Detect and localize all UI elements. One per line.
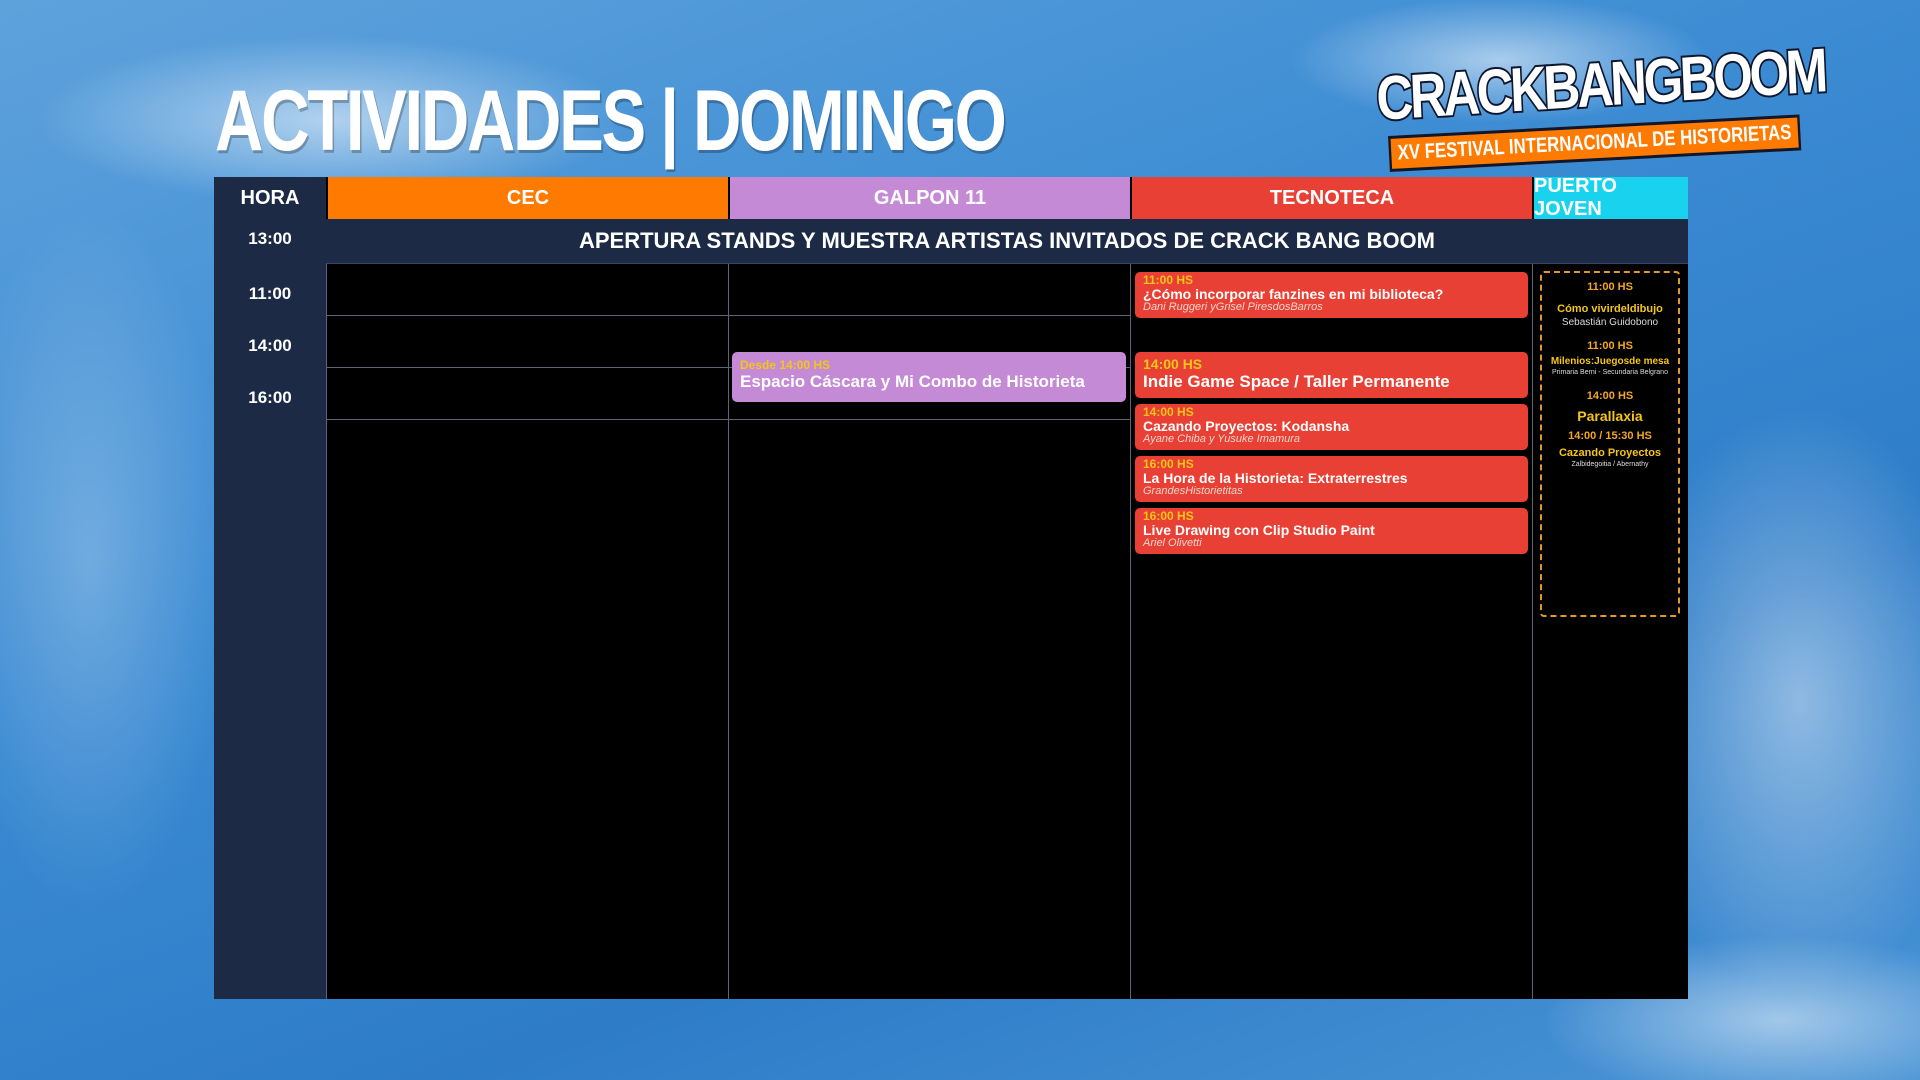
event-title: Live Drawing con Clip Studio Paint bbox=[1143, 522, 1375, 538]
event-title: ¿Cómo incorporar fanzines en mi bibliote… bbox=[1143, 286, 1444, 302]
event-time: 14:00 / 15:30 HS bbox=[1568, 430, 1652, 442]
page-title: ACTIVIDADES | DOMINGO bbox=[215, 73, 1007, 169]
row-divider bbox=[326, 419, 1130, 420]
header-hora: HORA bbox=[214, 177, 326, 219]
row-divider bbox=[326, 315, 1130, 316]
header-galpon-11: GALPON 11 bbox=[730, 177, 1130, 219]
event-speakers: Ayane Chiba y Yusuke Imamura bbox=[1143, 433, 1301, 445]
event-title: Espacio Cáscara y Mi Combo de Historieta bbox=[740, 372, 1085, 391]
event-title[interactable]: Cómo vivirdeldibujo bbox=[1542, 303, 1678, 315]
event-speakers: Dani Ruggeri yGrisel PiresdosBarros bbox=[1143, 301, 1323, 313]
event-time: 11:00 HS bbox=[1587, 340, 1633, 352]
time-label-1400: 14:00 bbox=[248, 336, 292, 355]
event-card[interactable]: Desde 14:00 HS Espacio Cáscara y Mi Comb… bbox=[732, 352, 1126, 402]
event-title[interactable]: Milenios:Juegosde mesa bbox=[1542, 356, 1678, 367]
event-card[interactable]: 16:00 HS Live Drawing con Clip Studio Pa… bbox=[1135, 508, 1528, 554]
row-divider bbox=[326, 263, 1688, 264]
column-divider bbox=[326, 263, 327, 999]
event-title[interactable]: Cazando Proyectos bbox=[1542, 447, 1678, 459]
event-title: Cazando Proyectos: Kodansha bbox=[1143, 418, 1350, 434]
event-speakers: Zalbidegoitia / Abernathy bbox=[1571, 461, 1649, 468]
event-card[interactable]: 16:00 HS La Hora de la Historieta: Extra… bbox=[1135, 456, 1528, 502]
event-speakers: Sebastián Guidobono bbox=[1561, 317, 1659, 328]
festival-logo: CRACKBANGBOOM XV FESTIVAL INTERNACIONAL … bbox=[1370, 35, 1828, 179]
event-time: 14:00 HS bbox=[1586, 390, 1634, 402]
puerto-joven-events: 11:00 HS Cómo vivirdeldibujo Sebastián G… bbox=[1540, 271, 1680, 617]
event-speakers: GrandesHistorietitas bbox=[1143, 485, 1243, 497]
column-divider bbox=[1130, 263, 1131, 999]
event-speakers: Ariel Olivetti bbox=[1143, 537, 1202, 549]
header-cec: CEC bbox=[328, 177, 728, 219]
event-title: Indie Game Space / Taller Permanente bbox=[1143, 372, 1450, 391]
header-tecnoteca: TECNOTECA bbox=[1132, 177, 1532, 219]
time-label-banner: 13:00 bbox=[248, 229, 292, 248]
event-card[interactable]: 14:00 HS Indie Game Space / Taller Perma… bbox=[1135, 352, 1528, 398]
event-title: La Hora de la Historieta: Extraterrestre… bbox=[1143, 470, 1408, 486]
time-label-1600: 16:00 bbox=[248, 388, 292, 407]
column-divider bbox=[1532, 263, 1533, 999]
header-puerto-joven: PUERTO JOVEN bbox=[1534, 175, 1688, 220]
event-title[interactable]: Parallaxia bbox=[1542, 408, 1678, 424]
schedule-grid: HORA CEC GALPON 11 TECNOTECA PUERTO JOVE… bbox=[214, 175, 1688, 999]
opening-banner: APERTURA STANDS Y MUESTRA ARTISTAS INVIT… bbox=[326, 219, 1688, 263]
event-card[interactable]: 14:00 HS Cazando Proyectos: Kodansha Aya… bbox=[1135, 404, 1528, 450]
column-divider bbox=[728, 263, 729, 999]
event-time: Desde 14:00 HS bbox=[740, 358, 831, 372]
event-card[interactable]: 11:00 HS ¿Cómo incorporar fanzines en mi… bbox=[1135, 272, 1528, 318]
event-time: 11:00 HS bbox=[1587, 281, 1633, 293]
event-time: 14:00 HS bbox=[1143, 356, 1203, 372]
time-label-1100: 11:00 bbox=[248, 284, 292, 303]
event-speakers: Primaria Berni - Secundaria Belgrano bbox=[1552, 369, 1668, 376]
